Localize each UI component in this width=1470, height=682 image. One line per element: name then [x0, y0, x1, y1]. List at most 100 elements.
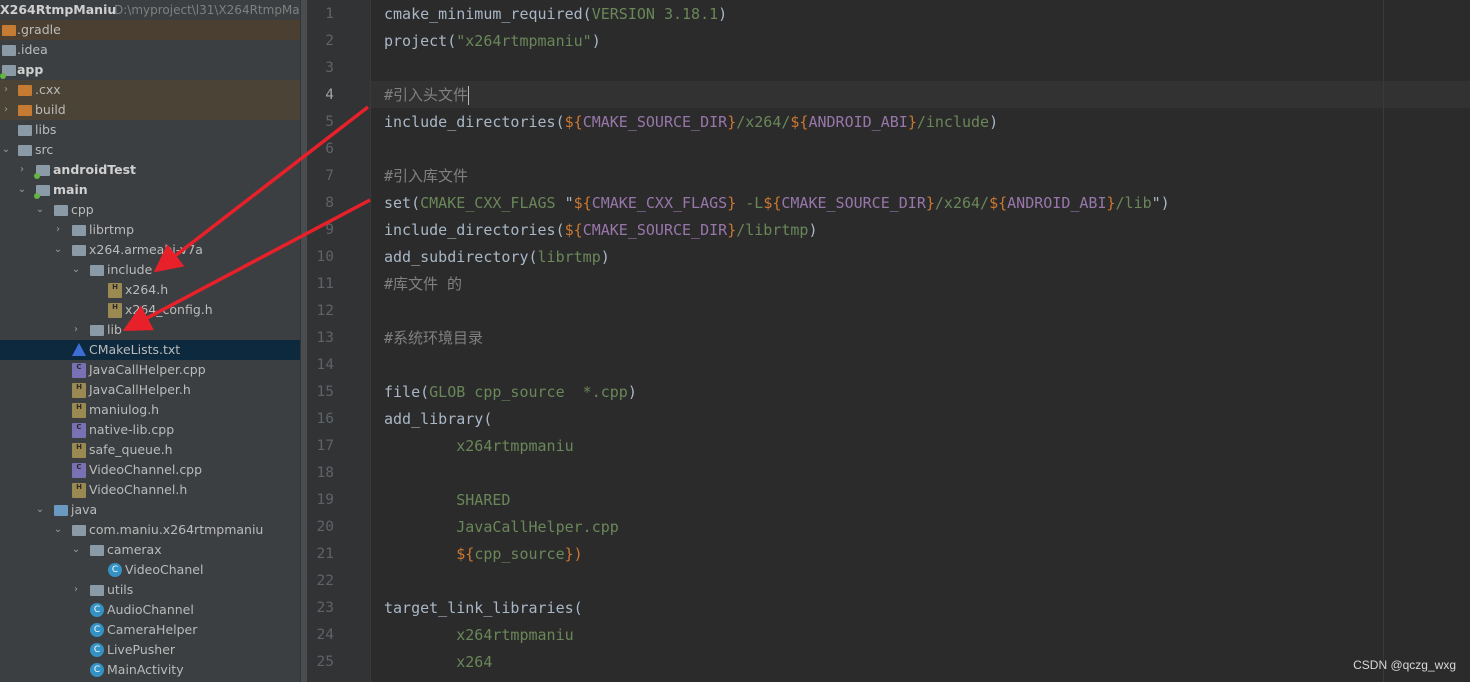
tree-item[interactable]: C VideoChannel.cpp: [0, 460, 300, 480]
tree-item[interactable]: ⌄ camerax: [0, 540, 300, 560]
folder-icon: [72, 245, 86, 256]
code-token: #系统环境目录: [384, 329, 484, 347]
header-file-icon: H: [72, 443, 86, 458]
chevron-down-icon[interactable]: ⌄: [70, 260, 82, 280]
code-line[interactable]: include_directories(${CMAKE_SOURCE_DIR}/…: [384, 217, 818, 244]
line-number: 18: [316, 465, 334, 481]
tree-item[interactable]: .gradle: [0, 20, 300, 40]
project-tree[interactable]: X264RtmpManiu D:\myproject\l31\X264RtmpM…: [0, 0, 300, 682]
tree-item[interactable]: H maniulog.h: [0, 400, 300, 420]
tree-item[interactable]: › build: [0, 100, 300, 120]
chevron-right-icon[interactable]: ›: [52, 220, 64, 240]
code-token: /include: [916, 113, 990, 131]
line-number: 19: [316, 492, 334, 508]
chevron-down-icon[interactable]: ⌄: [34, 500, 46, 520]
tree-item-selected[interactable]: CMakeLists.txt: [0, 340, 300, 360]
tree-item[interactable]: › utils: [0, 580, 300, 600]
tree-item[interactable]: ⌄ src: [0, 140, 300, 160]
code-line[interactable]: JavaCallHelper.cpp: [384, 514, 619, 541]
cpp-file-icon: C: [72, 463, 86, 478]
code-token: ): [718, 5, 728, 23]
code-line[interactable]: add_library(: [384, 406, 492, 433]
chevron-down-icon[interactable]: ⌄: [0, 140, 12, 160]
tree-item[interactable]: C native-lib.cpp: [0, 420, 300, 440]
tree-item[interactable]: H x264_config.h: [0, 300, 300, 320]
folder-icon: [90, 325, 104, 336]
code-token: set(: [384, 194, 421, 212]
code-line[interactable]: x264: [384, 649, 492, 676]
code-line[interactable]: SHARED: [384, 487, 510, 514]
chevron-right-icon[interactable]: ›: [0, 100, 12, 120]
class-icon: C: [108, 563, 122, 577]
code-line[interactable]: project("x264rtmpmaniu"): [384, 28, 601, 55]
tree-item[interactable]: › lib: [0, 320, 300, 340]
chevron-down-icon[interactable]: ⌄: [52, 240, 64, 260]
tree-item[interactable]: C MainActivity: [0, 660, 300, 680]
chevron-right-icon[interactable]: ›: [70, 320, 82, 340]
tree-item[interactable]: › androidTest: [0, 160, 300, 180]
code-token: ${: [564, 221, 583, 239]
line-number: 1: [325, 6, 334, 22]
tree-item[interactable]: .idea: [0, 40, 300, 60]
tree-item[interactable]: H VideoChannel.h: [0, 480, 300, 500]
line-number: 2: [325, 33, 334, 49]
code-token: -L: [736, 194, 764, 212]
code-line[interactable]: ${cpp_source}): [384, 541, 582, 568]
folder-icon: [54, 205, 68, 216]
tree-item[interactable]: C AudioChannel: [0, 600, 300, 620]
module-folder-icon: [34, 165, 50, 179]
tree-item[interactable]: ⌄ com.maniu.x264rtmpmaniu: [0, 520, 300, 540]
tree-root-row[interactable]: X264RtmpManiu D:\myproject\l31\X264RtmpM…: [0, 0, 300, 20]
code-line[interactable]: add_subdirectory(librtmp): [384, 244, 610, 271]
code-line[interactable]: #系统环境目录: [384, 325, 483, 352]
package-icon: [90, 545, 104, 556]
chevron-right-icon[interactable]: ›: [0, 80, 12, 100]
tree-item[interactable]: H x264.h: [0, 280, 300, 300]
tree-item[interactable]: C LivePusher: [0, 640, 300, 660]
tree-item[interactable]: ⌄ x264.armeabi-v7a: [0, 240, 300, 260]
chevron-down-icon[interactable]: ⌄: [70, 540, 82, 560]
tree-scrollbar-thumb[interactable]: [301, 0, 307, 682]
tree-item[interactable]: app: [0, 60, 300, 80]
code-editor[interactable]: cmake_minimum_required(VERSION 3.18.1) pr…: [371, 0, 1470, 682]
code-token: }: [727, 113, 737, 131]
code-line[interactable]: x264rtmpmaniu: [384, 433, 573, 460]
line-number: 15: [316, 384, 334, 400]
line-number: 13: [316, 330, 334, 346]
chevron-down-icon[interactable]: ⌄: [34, 200, 46, 220]
tree-item[interactable]: ⌄ java: [0, 500, 300, 520]
code-line[interactable]: include_directories(${CMAKE_SOURCE_DIR}/…: [384, 109, 998, 136]
code-line[interactable]: #引入头文件: [384, 82, 470, 109]
folder-icon: [18, 105, 32, 116]
tree-item[interactable]: › .cxx: [0, 80, 300, 100]
tree-item[interactable]: H safe_queue.h: [0, 440, 300, 460]
code-token: }: [925, 194, 935, 212]
chevron-down-icon[interactable]: ⌄: [52, 520, 64, 540]
tree-scrollbar[interactable]: [300, 0, 308, 682]
code-line[interactable]: set(CMAKE_CXX_FLAGS "${CMAKE_CXX_FLAGS} …: [384, 190, 1170, 217]
code-line[interactable]: #引入库文件: [384, 163, 468, 190]
code-line[interactable]: x264rtmpmaniu: [384, 622, 573, 649]
tree-item[interactable]: ⌄ include: [0, 260, 300, 280]
tree-item[interactable]: › librtmp: [0, 220, 300, 240]
chevron-down-icon[interactable]: ⌄: [16, 180, 28, 200]
tree-item[interactable]: C VideoChanel: [0, 560, 300, 580]
line-number: 6: [325, 141, 334, 157]
code-token: #引入库文件: [384, 167, 469, 185]
code-token: ANDROID_ABI: [808, 113, 908, 131]
code-line[interactable]: #库文件 的: [384, 271, 462, 298]
chevron-right-icon[interactable]: ›: [70, 580, 82, 600]
code-token: "x264rtmpmaniu": [456, 32, 592, 50]
code-line[interactable]: file(GLOB cpp_source *.cpp): [384, 379, 637, 406]
line-number: 4: [325, 87, 334, 103]
header-file-icon: H: [108, 303, 122, 318]
tree-item[interactable]: C CameraHelper: [0, 620, 300, 640]
tree-item[interactable]: ⌄ cpp: [0, 200, 300, 220]
chevron-right-icon[interactable]: ›: [16, 160, 28, 180]
code-line[interactable]: target_link_libraries(: [384, 595, 583, 622]
tree-item[interactable]: C JavaCallHelper.cpp: [0, 360, 300, 380]
tree-item[interactable]: H JavaCallHelper.h: [0, 380, 300, 400]
code-line[interactable]: cmake_minimum_required(VERSION 3.18.1): [384, 1, 727, 28]
tree-item[interactable]: ⌄ main: [0, 180, 300, 200]
tree-item[interactable]: libs: [0, 120, 300, 140]
